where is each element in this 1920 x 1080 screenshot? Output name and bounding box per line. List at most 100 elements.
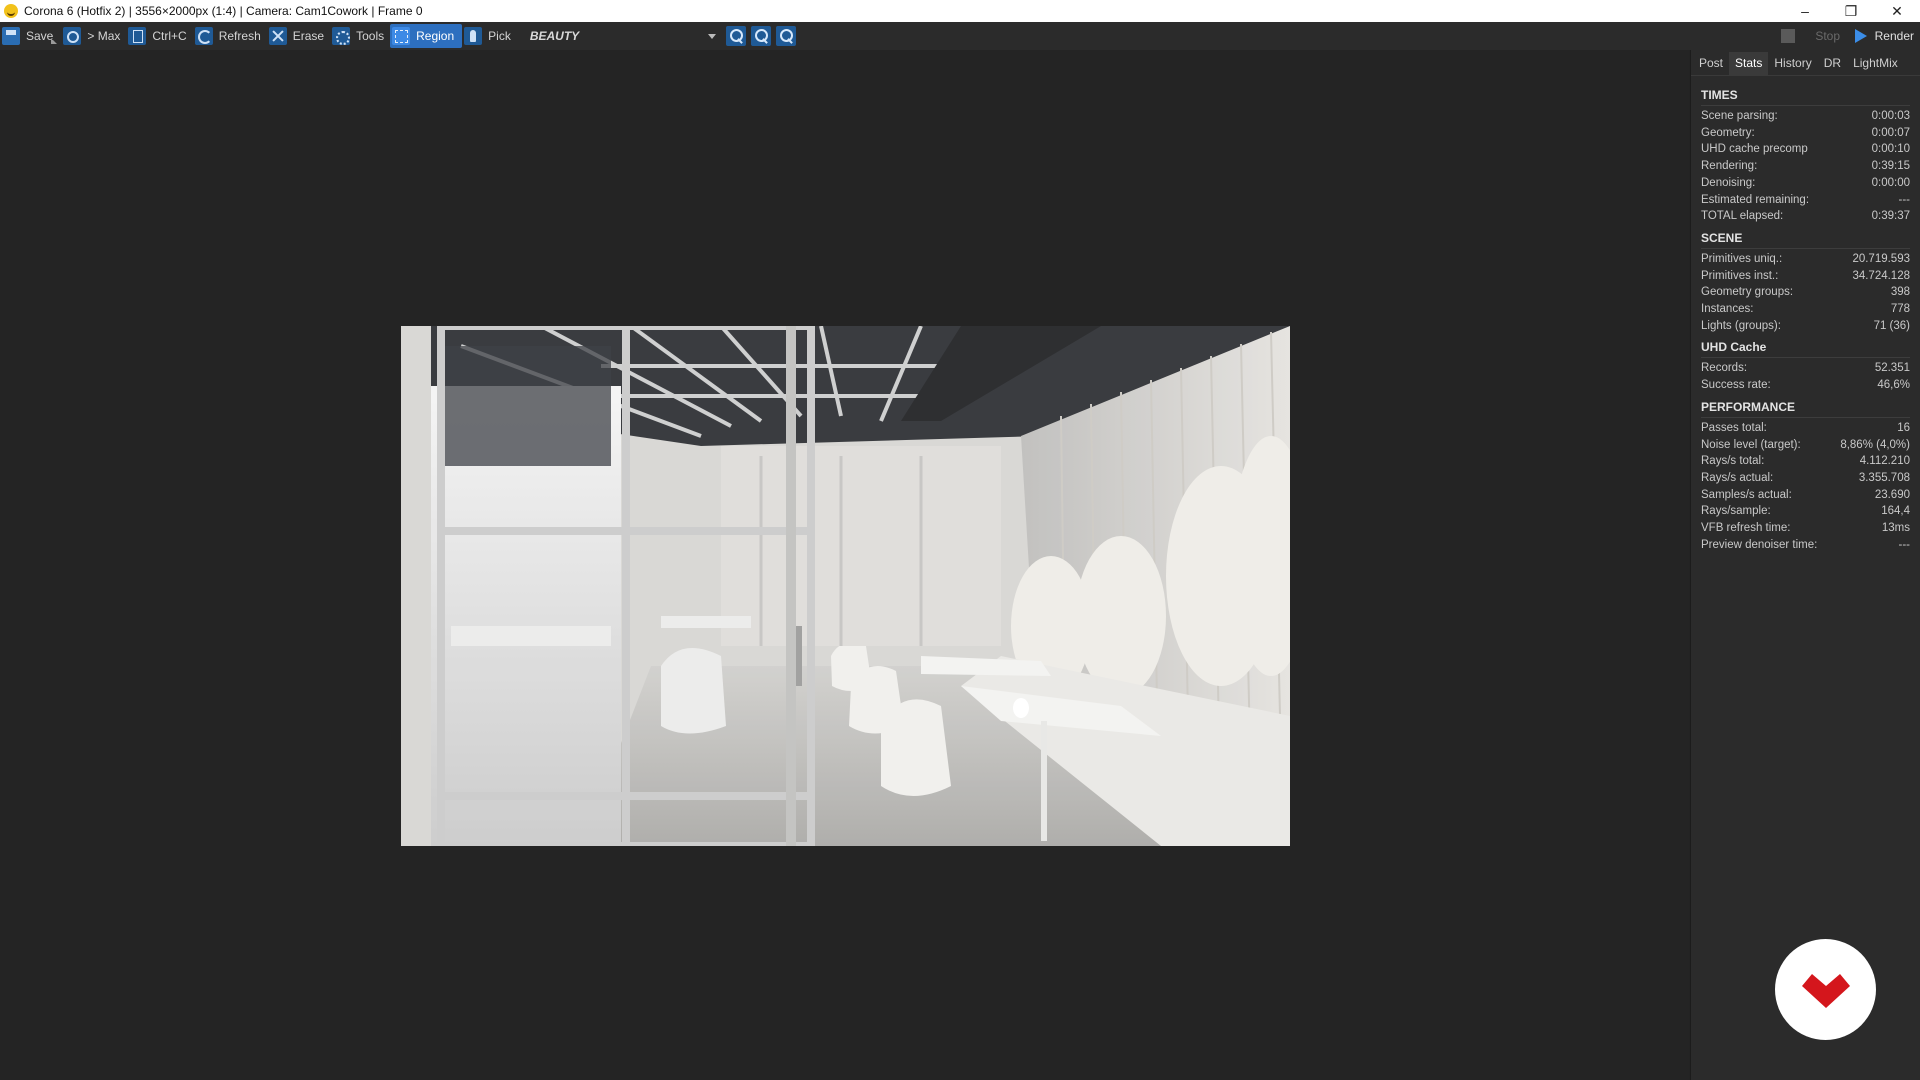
erase-icon <box>268 27 287 45</box>
erase-label: Erase <box>292 29 325 43</box>
stat-row: Passes total: 16 <box>1701 420 1910 437</box>
stat-value: 13ms <box>1881 522 1910 535</box>
stat-value: 0:00:00 <box>1871 176 1910 189</box>
stat-row: Rays/sample: 164,4 <box>1701 503 1910 520</box>
tab-stats[interactable]: Stats <box>1729 52 1769 75</box>
stats-section-performance: PERFORMANCE Passes total: 16 Noise level (t… <box>1701 400 1910 554</box>
stat-row: Success rate: 46,6% <box>1701 377 1910 394</box>
region-button[interactable]: Region <box>390 24 463 48</box>
tab-lightmix[interactable]: LightMix <box>1847 52 1904 75</box>
stat-row: TOTAL elapsed: 0:39:37 <box>1701 208 1910 225</box>
stat-row: Primitives uniq.: 20.719.593 <box>1701 251 1910 268</box>
stat-label: Instances: <box>1701 303 1754 316</box>
send-to-max-label: > Max <box>87 29 121 43</box>
stat-value: 0:00:03 <box>1871 110 1910 122</box>
refresh-label: Refresh <box>218 29 261 43</box>
render-pass-dropdown[interactable]: BEAUTY <box>524 26 721 46</box>
stat-row: Rendering: 0:39:15 <box>1701 158 1910 175</box>
stop-button[interactable]: Stop <box>1781 24 1840 48</box>
stat-value: 16 <box>1897 421 1910 434</box>
window-title: Corona 6 (Hotfix 2) | 3556×2000px (1:4) … <box>24 4 423 18</box>
stat-value: 3.355.708 <box>1858 471 1910 484</box>
stat-value: 0:00:07 <box>1871 126 1910 139</box>
chevron-down-icon <box>707 33 716 39</box>
tab-history[interactable]: History <box>1768 52 1817 75</box>
stat-row: Scene parsing: 0:00:03 <box>1701 108 1910 125</box>
stat-value: 0:00:10 <box>1871 143 1910 156</box>
stat-label: Lights (groups): <box>1701 319 1781 332</box>
zoom-in-icon[interactable] <box>725 26 746 46</box>
tools-label: Tools <box>356 29 385 43</box>
rendered-image <box>401 326 1290 846</box>
section-title: TIMES <box>1701 88 1910 106</box>
stat-row: Lights (groups): 71 (36) <box>1701 318 1910 335</box>
stat-row: Noise level (target): 8,86% (4,0%) <box>1701 437 1910 454</box>
stat-label: UHD cache precomp <box>1701 143 1808 156</box>
stat-value: 20.719.593 <box>1852 252 1910 265</box>
send-to-max-button[interactable]: > Max <box>61 24 126 48</box>
stat-row: Rays/s total: 4.112.210 <box>1701 453 1910 470</box>
stat-value: 0:39:15 <box>1871 160 1910 173</box>
stat-label: Success rate: <box>1701 379 1771 392</box>
save-button[interactable]: Save <box>0 24 59 48</box>
stat-value: 4.112.210 <box>1859 455 1910 468</box>
erase-button[interactable]: Erase <box>267 24 330 48</box>
section-title: PERFORMANCE <box>1701 400 1910 418</box>
stat-row: Rays/s actual: 3.355.708 <box>1701 470 1910 487</box>
tab-post[interactable]: Post <box>1693 52 1729 75</box>
stat-row: Instances: 778 <box>1701 301 1910 318</box>
stop-label: Stop <box>1815 29 1840 43</box>
tab-dr[interactable]: DR <box>1818 52 1847 75</box>
window-controls: – ❐ ✕ <box>1782 0 1920 22</box>
stat-value: 71 (36) <box>1873 319 1910 332</box>
render-pass-value: BEAUTY <box>529 29 580 43</box>
stat-value: 52.351 <box>1874 362 1910 375</box>
restore-button[interactable]: ❐ <box>1828 0 1874 22</box>
stop-icon <box>1781 29 1796 43</box>
stat-label: Records: <box>1701 362 1748 375</box>
stat-label: Rendering: <box>1701 160 1758 173</box>
minimize-button[interactable]: – <box>1782 0 1828 22</box>
stat-row: Primitives inst.: 34.724.128 <box>1701 268 1910 285</box>
stat-value: 0:39:37 <box>1871 210 1910 223</box>
corona-app-icon <box>4 4 18 18</box>
stat-row: Records: 52.351 <box>1701 360 1910 377</box>
zoom-out-icon[interactable] <box>750 26 771 46</box>
section-title: UHD Cache <box>1701 340 1910 359</box>
stat-label: Samples/s actual: <box>1701 488 1792 501</box>
stats-section-times: TIMES Scene parsing: 0:00:03 Geometry: 0:00:… <box>1701 88 1910 225</box>
stats-panel: Post Stats History DR LightMix TIMES Scene pa… <box>1690 50 1920 1080</box>
stat-label: Geometry groups: <box>1701 286 1794 299</box>
pick-button[interactable]: Pick <box>462 24 517 48</box>
save-icon <box>2 27 20 45</box>
stat-label: Denoising: <box>1701 176 1756 189</box>
zoom-fit-icon[interactable] <box>775 26 796 46</box>
stat-label: Rays/s actual: <box>1701 471 1774 484</box>
copy-label: Ctrl+C <box>152 29 187 43</box>
stat-label: Rays/sample: <box>1701 505 1771 518</box>
close-button[interactable]: ✕ <box>1874 0 1920 22</box>
copy-icon <box>128 27 147 45</box>
stat-row: Geometry: 0:00:07 <box>1701 125 1910 142</box>
region-label: Region <box>416 29 455 43</box>
stat-value: --- <box>1898 538 1911 551</box>
stat-row: Estimated remaining: --- <box>1701 192 1910 209</box>
stat-label: Rays/s total: <box>1701 455 1765 468</box>
rendered-interior-scene <box>401 326 1290 846</box>
region-icon <box>392 27 411 45</box>
copy-button[interactable]: Ctrl+C <box>126 24 192 48</box>
stat-row: Preview denoiser time: --- <box>1701 537 1910 554</box>
stat-row: VFB refresh time: 13ms <box>1701 520 1910 537</box>
stat-label: Estimated remaining: <box>1701 193 1810 206</box>
stat-value: 164,4 <box>1881 505 1910 518</box>
red-heart-logo-icon <box>1801 973 1850 1008</box>
stats-content: TIMES Scene parsing: 0:00:03 Geometry: 0:00:… <box>1691 76 1920 553</box>
refresh-button[interactable]: Refresh <box>193 24 267 48</box>
stat-row: UHD cache precomp 0:00:10 <box>1701 141 1910 158</box>
stats-section-uhd-cache: UHD Cache Records: 52.351 Success rate: 46,6… <box>1701 340 1910 393</box>
render-viewport[interactable] <box>0 50 1689 1080</box>
render-button[interactable]: Render <box>1854 24 1914 48</box>
tools-button[interactable]: Tools <box>330 24 390 48</box>
stat-label: Geometry: <box>1701 126 1755 139</box>
save-options-caret[interactable] <box>51 38 58 44</box>
